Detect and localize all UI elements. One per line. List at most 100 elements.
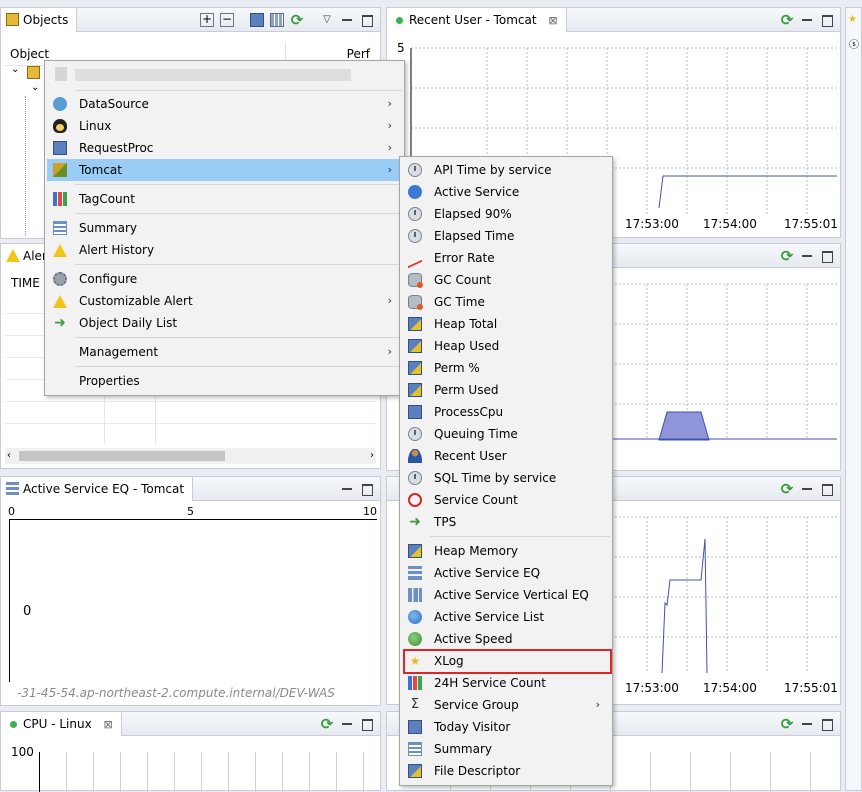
collapse-all-icon[interactable]: − [220,13,234,27]
submenu-item-api-time-by-service[interactable]: API Time by service [402,159,610,181]
submenu-item-perm-percent[interactable]: Perm % [402,357,610,379]
horizontal-scrollbar[interactable]: ‹ › [5,448,376,464]
submenu-item-label: Active Service List [434,610,545,624]
submenu-item-active-speed[interactable]: Active Speed [402,628,610,650]
menu-item-object-daily-list[interactable]: ➜ Object Daily List [47,312,402,334]
star-icon[interactable]: ★ [848,14,857,25]
tree-expand-chevron-icon[interactable]: ⌄ [11,64,19,75]
minimize-icon[interactable] [340,13,354,27]
tab-active-service-eq[interactable]: Active Service EQ - Tomcat [1,477,194,501]
recent-user-icon [408,449,422,463]
submenu-item-label: API Time by service [434,163,552,177]
menu-item-summary[interactable]: Summary [47,217,402,239]
refresh-icon[interactable]: ⟳ [290,13,304,28]
submenu-item-active-service[interactable]: Active Service [402,181,610,203]
refresh-icon[interactable]: ⟳ [780,249,794,264]
submenu-item-perm-used[interactable]: Perm Used [402,379,610,401]
info-icon[interactable]: ⓢ [849,36,859,51]
submenu-item-gc-count[interactable]: GC Count [402,269,610,291]
grid-view-icon[interactable] [270,13,284,27]
submenu-item-elapsed-90[interactable]: Elapsed 90% [402,203,610,225]
maximize-icon[interactable] [360,13,374,27]
submenu-item-active-service-eq[interactable]: Active Service EQ [402,562,610,584]
submenu-item-service-count[interactable]: Service Count [402,489,610,511]
tab-cpu-linux[interactable]: CPU - Linux ⊠ [1,712,122,736]
scroll-right-icon[interactable]: › [370,448,374,464]
refresh-icon[interactable]: ⟳ [780,482,794,497]
submenu-item-elapsed-time[interactable]: Elapsed Time [402,225,610,247]
tree-node-icon[interactable] [27,66,40,79]
scroll-left-icon[interactable]: ‹ [7,448,11,464]
submenu-item-error-rate[interactable]: Error Rate [402,247,610,269]
submenu-item-24h-service-count[interactable]: 24H Service Count [402,672,610,694]
menu-item-datasource[interactable]: DataSource › [47,93,402,115]
menu-item-tagcount[interactable]: TagCount [47,188,402,210]
maximize-icon[interactable] [820,482,834,496]
expand-all-icon[interactable]: + [200,13,214,27]
active-service-eq-icon [6,482,19,495]
refresh-icon[interactable]: ⟳ [320,717,334,732]
maximize-icon[interactable] [820,13,834,27]
tree-expand-chevron-icon[interactable]: ⌄ [31,82,39,93]
close-icon[interactable]: ⊠ [548,14,557,27]
submenu-item-summary[interactable]: Summary [402,738,610,760]
minimize-icon[interactable] [800,249,814,263]
time-tick-2: 17:55:01 [784,217,838,231]
menu-item-tomcat[interactable]: Tomcat › [47,159,402,181]
tps-icon: ➜ [409,514,421,530]
menu-item-linux[interactable]: Linux › [47,115,402,137]
submenu-item-active-service-list[interactable]: Active Service List [402,606,610,628]
maximize-icon[interactable] [360,717,374,731]
submenu-item-heap-memory[interactable]: Heap Memory [402,540,610,562]
processcpu-icon [408,405,422,419]
close-icon[interactable]: ⊠ [104,718,113,731]
submenu-item-active-service-vertical-eq[interactable]: Active Service Vertical EQ [402,584,610,606]
submenu-item-gc-time[interactable]: GC Time [402,291,610,313]
submenu-item-queuing-time[interactable]: Queuing Time [402,423,610,445]
menu-item-management[interactable]: Management › [47,341,402,363]
server-view-icon[interactable] [250,13,264,27]
minimize-icon[interactable] [340,717,354,731]
scroll-thumb[interactable] [19,451,225,461]
time-tick-1: 17:54:00 [703,681,757,695]
menu-separator [430,536,610,537]
submenu-item-heap-used[interactable]: Heap Used [402,335,610,357]
maximize-icon[interactable] [820,717,834,731]
submenu-item-label: Perm % [434,361,480,375]
time-tick-2: 17:55:01 [784,681,838,695]
submenu-item-tps[interactable]: ➜ TPS [402,511,610,533]
minimize-icon[interactable] [800,13,814,27]
submenu-item-today-visitor[interactable]: Today Visitor [402,716,610,738]
cpu-tabbar: CPU - Linux ⊠ ⟳ [1,712,380,736]
minimize-icon[interactable] [800,482,814,496]
column-perf[interactable]: Perf [347,47,370,61]
tomcat-submenu: API Time by service Active Service Elaps… [399,156,613,786]
menu-item-alert-history[interactable]: Alert History [47,239,402,261]
submenu-item-processcpu[interactable]: ProcessCpu [402,401,610,423]
refresh-icon[interactable]: ⟳ [780,13,794,28]
menu-item-configure[interactable]: Configure [47,268,402,290]
submenu-item-recent-user[interactable]: Recent User [402,445,610,467]
configure-icon [53,272,67,286]
submenu-arrow-icon: › [387,141,392,154]
menu-item-requestproc[interactable]: RequestProc › [47,137,402,159]
tab-objects[interactable]: Objects [1,8,78,32]
submenu-item-file-descriptor[interactable]: File Descriptor [402,760,610,782]
submenu-item-label: Active Service EQ [434,566,541,580]
submenu-item-heap-total[interactable]: Heap Total [402,313,610,335]
cpu-controls: ⟳ [320,712,374,736]
column-object[interactable]: Object [10,47,49,61]
column-time[interactable]: TIME [11,276,40,290]
minimize-icon[interactable] [800,717,814,731]
menu-item-properties[interactable]: Properties [47,370,402,392]
submenu-item-sql-time-by-service[interactable]: SQL Time by service [402,467,610,489]
submenu-item-service-group[interactable]: Σ Service Group › [402,694,610,716]
minimize-icon[interactable] [340,482,354,496]
maximize-icon[interactable] [360,482,374,496]
tab-recent-user[interactable]: Recent User - Tomcat ⊠ [387,8,567,32]
refresh-icon[interactable]: ⟳ [780,717,794,732]
menu-item-customizable-alert[interactable]: Customizable Alert › [47,290,402,312]
maximize-icon[interactable] [820,249,834,263]
view-menu-icon[interactable]: ▽ [320,13,334,27]
submenu-item-label: Summary [434,742,492,756]
